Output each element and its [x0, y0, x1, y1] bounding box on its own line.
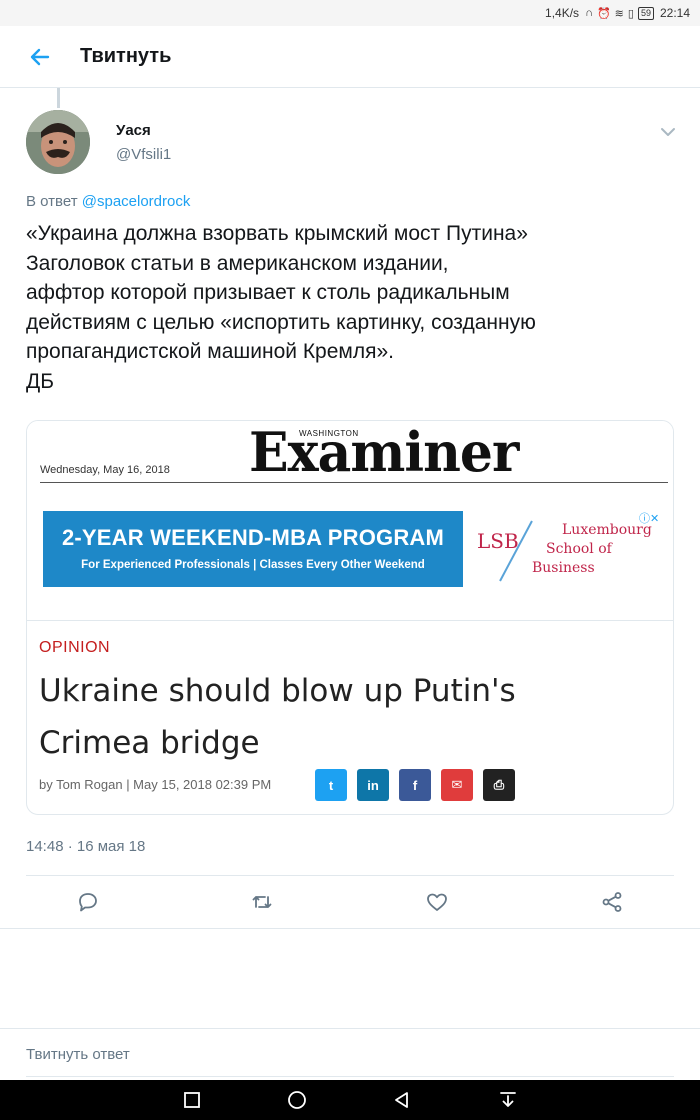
back-nav-button[interactable] — [392, 1090, 412, 1110]
battery-icon: 59 — [637, 6, 654, 20]
network-speed: 1,4K/s — [545, 6, 580, 20]
home-button[interactable] — [287, 1090, 307, 1110]
print-button: ⎙ — [483, 769, 515, 801]
ad-subtitle: For Experienced Professionals | Classes … — [81, 559, 425, 571]
divider — [0, 928, 700, 929]
examiner-logo-washington: WASHINGTON — [299, 429, 359, 438]
share-button[interactable] — [600, 890, 624, 914]
like-icon — [427, 893, 447, 911]
tweet-text-line: «Украина должна взорвать крымский мост П… — [26, 222, 528, 245]
status-bar: 1,4K/s ∩ ⏰ ≋ ▯ 59 22:14 — [0, 0, 700, 26]
tweet-text-line: действиям с целью «испортить картинку, с… — [26, 310, 536, 334]
thread-connector — [57, 88, 60, 108]
arrow-left-icon — [30, 48, 50, 65]
tweet-text-line: аффтор которой призывает к столь радикал… — [26, 281, 510, 305]
section-label: OPINION — [39, 639, 111, 656]
divider — [0, 1028, 700, 1029]
reply-prefix: В ответ — [26, 193, 78, 210]
ad-close-button[interactable]: ⓘ✕ — [639, 510, 659, 526]
share-icon — [602, 892, 622, 912]
facebook-share-button: f — [399, 769, 431, 801]
wifi-icon: ≋ — [614, 7, 624, 20]
chevron-down-icon — [661, 128, 675, 136]
reply-button[interactable] — [76, 890, 100, 914]
ad-brand-line: Business — [532, 560, 595, 576]
recents-button[interactable] — [182, 1090, 202, 1110]
clock: 22:14 — [659, 6, 690, 20]
back-button[interactable] — [0, 26, 80, 88]
tweet-text-line: пропагандистской машиной Кремля». — [26, 340, 394, 364]
tweet-text-line: ДБ — [26, 369, 55, 393]
tweet-actions — [0, 876, 700, 928]
ad-brand-name: Luxembourg School of Business — [532, 521, 652, 578]
like-button[interactable] — [425, 890, 449, 914]
circle-icon — [288, 1091, 306, 1109]
status-icons: ∩ ⏰ ≋ ▯ 59 — [585, 6, 654, 20]
notification-pull-button[interactable] — [498, 1090, 518, 1110]
ad-brand-short: LSB — [477, 529, 519, 553]
tweet-timestamp[interactable]: 14:48 · 16 мая 18 — [26, 838, 145, 855]
avatar[interactable] — [26, 110, 90, 174]
alarm-icon: ⏰ — [596, 7, 611, 20]
article-headline: Ukraine should blow up Putin's Crimea br… — [39, 665, 659, 769]
tweet-text-line: Заголовок статьи в американском издании, — [26, 251, 449, 275]
retweet-icon — [252, 896, 272, 908]
avatar-image — [26, 110, 90, 174]
square-icon — [184, 1092, 200, 1108]
reply-input[interactable]: Твитнуть ответ — [26, 1046, 130, 1063]
headphones-icon: ∩ — [585, 7, 593, 19]
email-share-button: ✉ — [441, 769, 473, 801]
tweet-text: «Украина должна взорвать крымский мост П… — [26, 219, 676, 397]
link-card[interactable]: Wednesday, May 16, 2018 Examiner WASHING… — [26, 420, 674, 815]
article-byline: by Tom Rogan | May 15, 2018 02:39 PM — [39, 777, 272, 792]
headline-line: Crimea bridge — [39, 725, 260, 761]
masthead-date: Wednesday, May 16, 2018 — [40, 464, 170, 476]
nfc-icon: ▯ — [627, 7, 634, 20]
author-handle[interactable]: @Vfsili1 — [116, 146, 171, 163]
reply-icon — [79, 893, 97, 912]
reply-mention-link[interactable]: @spacelordrock — [82, 193, 191, 210]
app-bar: Твитнуть — [0, 26, 700, 88]
ad-brand-line: Luxembourg — [562, 522, 652, 538]
ad-brand-line: School of — [546, 541, 612, 557]
masthead-divider — [40, 482, 668, 483]
divider — [26, 1076, 674, 1077]
system-nav-bar — [0, 1080, 700, 1120]
tweet-menu-button[interactable] — [658, 122, 678, 142]
linkedin-share-button: in — [357, 769, 389, 801]
triangle-back-icon — [395, 1092, 408, 1108]
page-title: Твитнуть — [80, 45, 172, 67]
retweet-button[interactable] — [250, 890, 274, 914]
author-name[interactable]: Уася — [116, 122, 151, 139]
reply-context: В ответ @spacelordrock — [26, 193, 190, 210]
ad-title: 2-YEAR WEEKEND-MBA PROGRAM — [61, 525, 445, 550]
ad-banner[interactable]: 2-YEAR WEEKEND-MBA PROGRAM For Experienc… — [43, 511, 463, 587]
headline-line: Ukraine should blow up Putin's — [39, 673, 516, 709]
examiner-logo: Examiner — [249, 420, 519, 485]
pull-down-icon — [500, 1092, 516, 1107]
twitter-share-button: t — [315, 769, 347, 801]
article-share-row: t in f ✉ ⎙ — [315, 769, 515, 801]
card-image: Wednesday, May 16, 2018 Examiner WASHING… — [27, 421, 673, 621]
